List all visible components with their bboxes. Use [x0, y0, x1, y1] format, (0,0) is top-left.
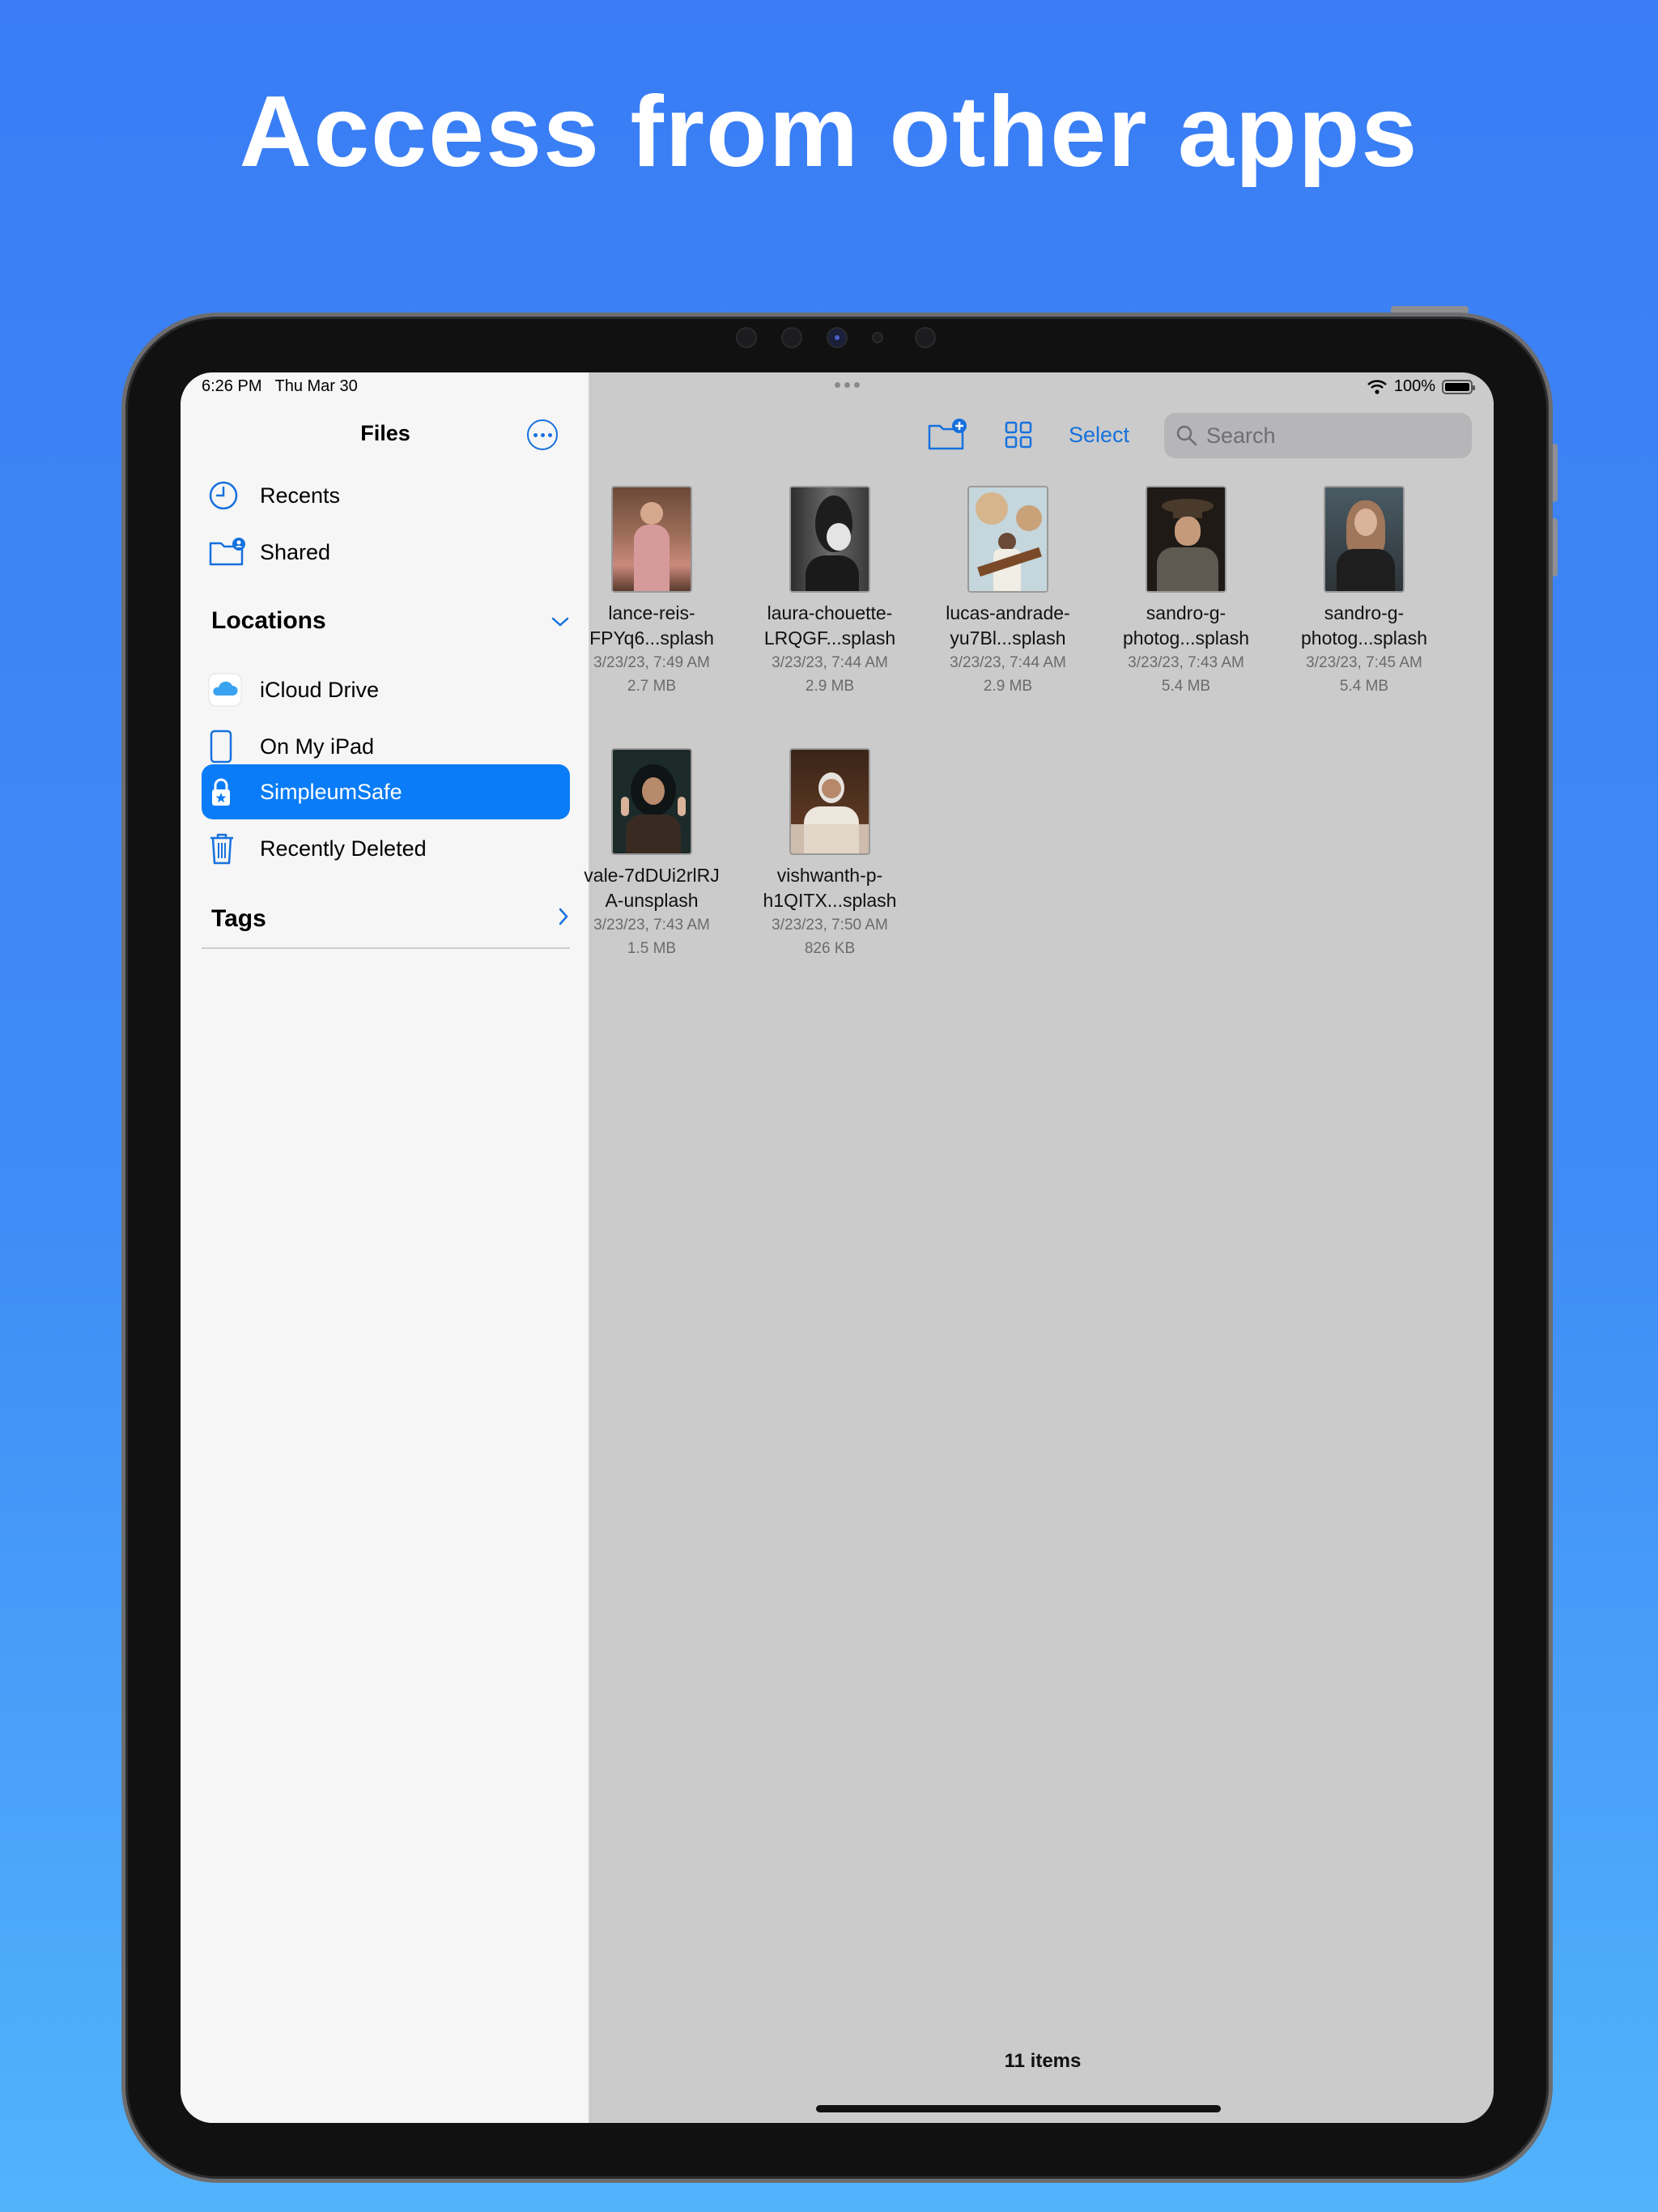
sensor-icon: [736, 327, 757, 348]
battery-icon: [1442, 379, 1475, 394]
file-thumbnail: [789, 486, 870, 593]
camera-icon: [827, 327, 848, 348]
sidebar-item-simpleumsafe[interactable]: SimpleumSafe: [202, 764, 570, 819]
file-meta: 3/23/23, 7:44 AM 2.9 MB: [950, 654, 1066, 695]
file-thumbnail: [611, 486, 692, 593]
file-thumbnail: [1324, 486, 1405, 593]
search-field[interactable]: Search: [1164, 413, 1472, 458]
chevron-down-icon: [551, 607, 570, 635]
lock-icon: [202, 774, 250, 810]
sidebar-item-label: Recents: [260, 483, 341, 508]
file-thumbnail: [967, 486, 1048, 593]
file-thumbnail: [789, 748, 870, 855]
file-name: vishwanth-p-h1QITX...splash: [763, 865, 897, 911]
file-thumbnail: [1146, 486, 1226, 593]
clock-icon: [202, 478, 250, 513]
file-meta: 3/23/23, 7:50 AM 826 KB: [772, 917, 888, 957]
sidebar-item-label: Shared: [260, 539, 331, 564]
sidebar-item-recently-deleted[interactable]: Recently Deleted: [202, 821, 570, 876]
file-item[interactable]: vale-7dDUi2rlRJ A-unsplash 3/23/23, 7:43 …: [571, 748, 733, 960]
sidebar-item-icloud-drive[interactable]: iCloud Drive: [202, 662, 570, 717]
file-item[interactable]: lucas-andrade-yu7Bl...splash 3/23/23, 7:…: [927, 486, 1089, 698]
wifi-icon: [1367, 379, 1387, 394]
sidebar-item-label: On My iPad: [260, 734, 375, 759]
sidebar-item-shared[interactable]: Shared: [202, 525, 570, 580]
sidebar-item-label: SimpleumSafe: [260, 779, 402, 804]
shared-folder-icon: [202, 534, 250, 570]
divider: [202, 947, 570, 949]
file-name: lucas-andrade-yu7Bl...splash: [946, 602, 1070, 649]
file-name: sandro-g-photog...splash: [1122, 602, 1249, 649]
trash-icon: [202, 831, 250, 866]
file-item[interactable]: vishwanth-p-h1QITX...splash 3/23/23, 7:5…: [749, 748, 911, 960]
file-name: vale-7dDUi2rlRJ A-unsplash: [584, 865, 720, 911]
file-browser: 100% Select Search lance-reis- FPYq6...sp…: [584, 372, 1494, 2123]
headline: Access from other apps: [239, 76, 1419, 188]
file-item[interactable]: sandro-g-photog...splash 3/23/23, 7:43 A…: [1105, 486, 1267, 698]
ipad-icon: [202, 729, 250, 764]
icloud-icon: [202, 672, 250, 708]
sensor-icon: [872, 332, 883, 343]
file-name: sandro-g-photog...splash: [1300, 602, 1427, 649]
file-name: lance-reis- FPYq6...splash: [589, 602, 714, 649]
item-count: 11 items: [1004, 2050, 1082, 2072]
file-meta: 3/23/23, 7:44 AM 2.9 MB: [772, 654, 888, 695]
search-placeholder: Search: [1206, 423, 1276, 448]
file-item[interactable]: laura-chouette- LRQGF...splash 3/23/23, 7…: [749, 486, 911, 698]
file-thumbnail: [611, 748, 692, 855]
sensor-icon: [781, 327, 802, 348]
status-bar-right: 100%: [1367, 377, 1475, 396]
file-meta: 3/23/23, 7:49 AM 2.7 MB: [593, 654, 710, 695]
status-date: Thu Mar 30: [274, 377, 358, 395]
new-folder-icon[interactable]: [927, 418, 967, 456]
screen: 6:26 PM Thu Mar 30 Files Recents Shared L…: [181, 372, 1494, 2123]
battery-percent: 100%: [1393, 377, 1435, 395]
status-time: 6:26 PM: [202, 377, 262, 395]
home-indicator[interactable]: [816, 2105, 1221, 2112]
file-meta: 3/23/23, 7:45 AM 5.4 MB: [1306, 654, 1422, 695]
status-bar-left: 6:26 PM Thu Mar 30: [202, 377, 358, 396]
sidebar-item-recents[interactable]: Recents: [202, 468, 570, 523]
sidebar-item-label: Recently Deleted: [260, 836, 427, 861]
search-icon: [1176, 425, 1197, 446]
more-options-button[interactable]: [527, 419, 558, 450]
sidebar: 6:26 PM Thu Mar 30 Files Recents Shared L…: [181, 372, 590, 2123]
file-meta: 3/23/23, 7:43 AM 1.5 MB: [593, 917, 710, 957]
file-item[interactable]: lance-reis- FPYq6...splash 3/23/23, 7:49 …: [571, 486, 733, 698]
select-button[interactable]: Select: [1069, 423, 1129, 448]
sensor-icon: [915, 327, 936, 348]
sidebar-item-label: iCloud Drive: [260, 677, 380, 702]
file-name: laura-chouette- LRQGF...splash: [763, 602, 896, 649]
grid-view-icon[interactable]: [1005, 421, 1032, 453]
multitasking-dots[interactable]: [835, 382, 860, 388]
tags-header[interactable]: Tags: [211, 905, 570, 933]
section-title: Tags: [211, 905, 266, 932]
section-title: Locations: [211, 607, 326, 634]
file-item[interactable]: sandro-g-photog...splash 3/23/23, 7:45 A…: [1283, 486, 1445, 698]
file-meta: 3/23/23, 7:43 AM 5.4 MB: [1128, 654, 1244, 695]
locations-header[interactable]: Locations: [211, 607, 570, 635]
chevron-right-icon: [557, 905, 570, 933]
